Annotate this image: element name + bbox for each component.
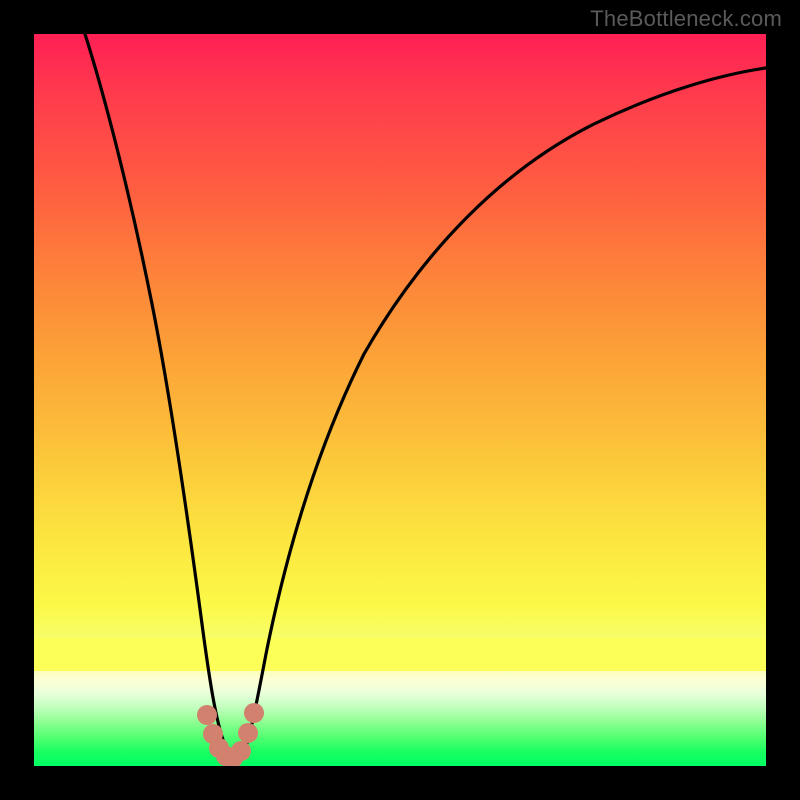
marker-dot — [197, 705, 217, 725]
curve-layer — [34, 34, 766, 766]
chart-frame: TheBottleneck.com — [0, 0, 800, 800]
watermark-text: TheBottleneck.com — [590, 6, 782, 32]
marker-dot — [231, 741, 251, 761]
plot-area — [34, 34, 766, 766]
marker-dot — [238, 723, 258, 743]
bottleneck-curve — [85, 34, 766, 760]
marker-dot — [244, 703, 264, 723]
valley-marker-group — [197, 703, 264, 766]
